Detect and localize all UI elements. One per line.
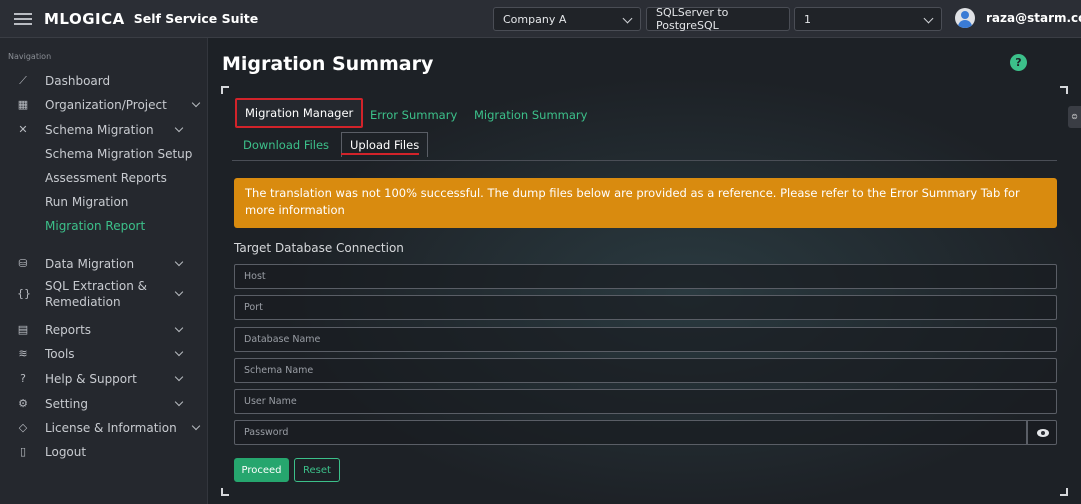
sidebar-subitem-schema-setup[interactable]: Schema Migration Setup — [45, 147, 192, 161]
sidebar-item-label: Tools — [45, 347, 75, 361]
chevron-down-icon — [923, 13, 934, 24]
project-select-value: 1 — [804, 12, 811, 26]
tab-error-summary[interactable]: Error Summary — [370, 108, 457, 122]
company-select-value: Company A — [503, 12, 567, 26]
grid-icon: ▦ — [17, 98, 29, 111]
logout-icon: ▯ — [19, 445, 27, 458]
chevron-down-icon — [174, 257, 184, 267]
side-panel-toggle[interactable]: ⊜ — [1068, 106, 1081, 128]
sidebar-item-dashboard[interactable]: ⟋ Dashboard — [0, 73, 207, 89]
shield-icon: ◇ — [18, 421, 28, 434]
sidebar-item-label: License & Information — [45, 421, 177, 435]
sidebar: Navigation ⟋ Dashboard ▦ Organization/Pr… — [0, 38, 208, 504]
show-password-button[interactable] — [1027, 420, 1057, 445]
layers-icon: ≋ — [18, 347, 28, 360]
schema-name-placeholder: Schema Name — [244, 365, 314, 376]
eye-icon — [1037, 429, 1049, 437]
sidebar-item-tools[interactable]: ≋ Tools — [0, 346, 207, 362]
sidebar-subitem-migration-report[interactable]: Migration Report — [45, 219, 145, 233]
sidebar-item-setting[interactable]: ⚙ Setting — [0, 396, 207, 412]
sidebar-item-label: Logout — [45, 445, 87, 459]
database-icon: ⛁ — [18, 257, 28, 270]
migration-type-select[interactable]: SQLServer to PostgreSQL — [646, 6, 790, 32]
subtab-active-indicator — [341, 153, 419, 155]
sidebar-item-logout[interactable]: ▯ Logout — [0, 444, 207, 460]
user-email[interactable]: raza@starm.com — [986, 11, 1081, 25]
schema-name-field[interactable]: Schema Name — [234, 358, 1057, 383]
sidebar-item-help-support[interactable]: ? Help & Support — [0, 371, 207, 387]
gear-icon: ⚙ — [18, 397, 28, 410]
alert-text-line1: The translation was not 100% successful.… — [245, 186, 1020, 200]
frame-corner-tl — [221, 86, 229, 94]
sidebar-item-organization[interactable]: ▦ Organization/Project — [0, 97, 207, 113]
chevron-down-icon — [191, 98, 201, 108]
warning-alert: The translation was not 100% successful.… — [234, 178, 1057, 228]
sidebar-item-label: Help & Support — [45, 372, 137, 386]
top-bar: MLOGICA Self Service Suite Company A SQL… — [0, 0, 1081, 38]
sidebar-item-label: Data Migration — [45, 257, 135, 271]
menu-icon[interactable] — [14, 12, 32, 25]
sidebar-item-label: Setting — [45, 397, 88, 411]
proceed-button[interactable]: Proceed — [234, 458, 289, 482]
chevron-down-icon — [622, 13, 633, 24]
chevron-down-icon — [174, 323, 184, 333]
password-placeholder: Password — [244, 427, 289, 438]
port-field[interactable]: Port — [234, 295, 1057, 320]
host-placeholder: Host — [244, 271, 266, 282]
chevron-down-icon — [174, 397, 184, 407]
user-avatar[interactable] — [955, 8, 975, 28]
user-name-placeholder: User Name — [244, 396, 297, 407]
frame-corner-tr — [1060, 86, 1068, 94]
sidebar-item-label: Dashboard — [45, 74, 111, 88]
chevron-down-icon — [191, 421, 201, 431]
section-title: Target Database Connection — [234, 241, 404, 255]
host-field[interactable]: Host — [234, 264, 1057, 289]
help-icon: ? — [20, 372, 26, 385]
sidebar-item-data-migration[interactable]: ⛁ Data Migration — [0, 256, 207, 272]
sidebar-item-label: Organization/Project — [45, 98, 167, 112]
sidebar-item-label: Reports — [45, 323, 92, 337]
password-field[interactable]: Password — [234, 420, 1027, 445]
migration-type-value: SQLServer to PostgreSQL — [656, 6, 729, 32]
frame-corner-bl — [221, 488, 229, 496]
brand-suite-title: Self Service Suite — [133, 11, 259, 26]
report-icon: ▤ — [17, 323, 29, 336]
project-select[interactable]: 1 — [794, 7, 942, 31]
database-name-placeholder: Database Name — [244, 334, 321, 345]
tools-icon: ✕ — [18, 123, 28, 136]
sidebar-item-label: SQL Extraction & — [45, 279, 147, 293]
sidebar-item-reports[interactable]: ▤ Reports — [0, 322, 207, 338]
main-content: Migration Summary ? ⊜ Migration Manager … — [208, 38, 1081, 504]
subtab-download-files[interactable]: Download Files — [243, 138, 329, 152]
tabs-divider — [232, 160, 1057, 161]
user-name-field[interactable]: User Name — [234, 389, 1057, 414]
company-select[interactable]: Company A — [493, 7, 641, 31]
sidebar-item-label-line2: Remediation — [45, 295, 121, 309]
sidebar-subitem-run-migration[interactable]: Run Migration — [45, 195, 128, 209]
database-name-field[interactable]: Database Name — [234, 327, 1057, 352]
frame-corner-br — [1060, 488, 1068, 496]
sidebar-item-schema-migration[interactable]: ✕ Schema Migration — [0, 122, 207, 138]
chevron-down-icon — [174, 287, 184, 297]
chevron-down-icon — [174, 123, 184, 133]
braces-icon: {} — [17, 287, 31, 300]
sidebar-item-license[interactable]: ◇ License & Information — [0, 420, 207, 436]
reset-button[interactable]: Reset — [294, 458, 340, 482]
brand-logo: MLOGICA — [44, 9, 125, 28]
nav-heading: Navigation — [8, 52, 52, 61]
sidebar-item-sql-extraction[interactable]: {} SQL Extraction & Remediation — [0, 278, 207, 310]
sidebar-subitem-assessment-reports[interactable]: Assessment Reports — [45, 171, 167, 185]
help-icon[interactable]: ? — [1010, 54, 1027, 71]
tab-migration-summary[interactable]: Migration Summary — [474, 108, 587, 122]
chevron-down-icon — [174, 372, 184, 382]
chart-icon: ⟋ — [19, 74, 27, 87]
alert-text-line2: more information — [245, 203, 345, 217]
tab-migration-manager[interactable]: Migration Manager — [235, 98, 364, 128]
page-title: Migration Summary — [222, 53, 434, 75]
chevron-down-icon — [174, 347, 184, 357]
sidebar-item-label: Schema Migration — [45, 123, 154, 137]
port-placeholder: Port — [244, 302, 263, 313]
